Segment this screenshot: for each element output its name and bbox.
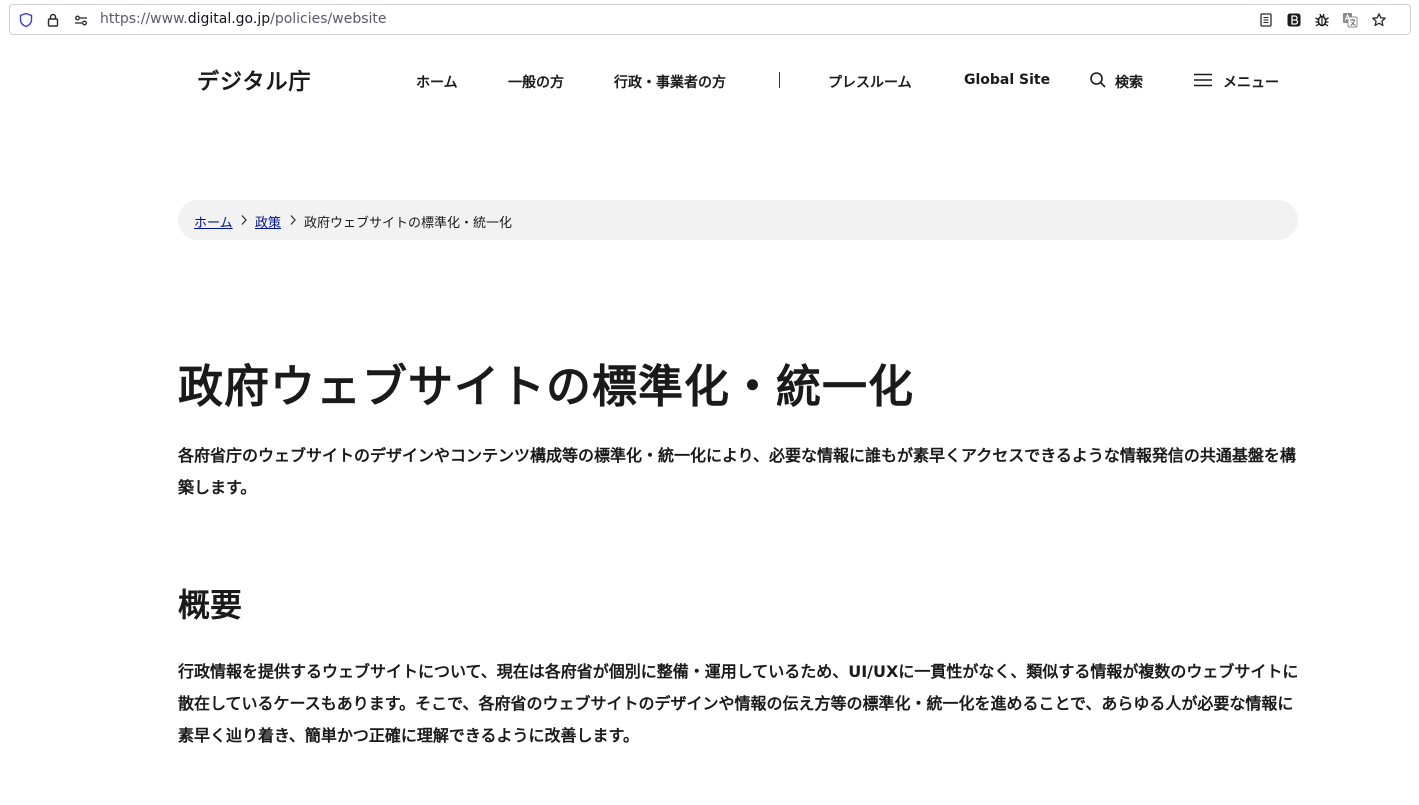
nav-search[interactable]: 検索 [1115,72,1143,92]
nav-general[interactable]: 一般の方 [508,72,564,92]
search-icon[interactable] [1089,71,1107,89]
lock-icon[interactable] [45,12,61,28]
url-path: /policies/website [270,11,387,27]
bug-icon[interactable] [1314,12,1330,28]
nav-government[interactable]: 行政・事業者の方 [614,72,726,92]
chevron-right-icon [290,215,296,225]
url-text[interactable]: https://www.digital.go.jp/policies/websi… [100,11,387,27]
nav-divider [779,72,780,88]
nav-press[interactable]: プレスルーム [828,72,912,92]
lead-paragraph: 各府省庁のウェブサイトのデザインやコンテンツ構成等の標準化・統一化により、必要な… [178,446,1296,497]
nav-menu[interactable]: メニュー [1223,72,1279,92]
bookmark-star-icon[interactable] [1371,12,1387,28]
breadcrumb-home[interactable]: ホーム [194,212,233,231]
url-scheme: https://www. [100,11,188,27]
nav-home[interactable]: ホーム [416,72,458,92]
section-heading-overview: 概要 [178,586,243,624]
nav-global-site[interactable]: Global Site [964,72,1050,88]
url-host: digital.go.jp [187,11,271,27]
menu-icon[interactable] [1193,73,1213,87]
page-title: 政府ウェブサイトの標準化・統一化 [178,360,915,413]
section-body-overview: 行政情報を提供するウェブサイトについて、現在は各府省が個別に整備・運用しているた… [178,662,1299,745]
reader-view-icon[interactable] [1258,12,1274,28]
extension-b-icon[interactable] [1286,12,1302,28]
site-logo[interactable]: デジタル庁 [197,64,312,96]
browser-url-bar[interactable]: https://www.digital.go.jp/policies/websi… [9,4,1411,35]
translate-icon[interactable] [1342,12,1358,28]
breadcrumb-policies[interactable]: 政策 [255,212,281,231]
chevron-right-icon [241,215,247,225]
permissions-icon[interactable] [73,12,89,28]
breadcrumb-current: 政府ウェブサイトの標準化・統一化 [304,216,513,231]
breadcrumb: ホーム 政策 政府ウェブサイトの標準化・統一化 [178,200,1298,240]
shield-icon[interactable] [18,12,34,28]
